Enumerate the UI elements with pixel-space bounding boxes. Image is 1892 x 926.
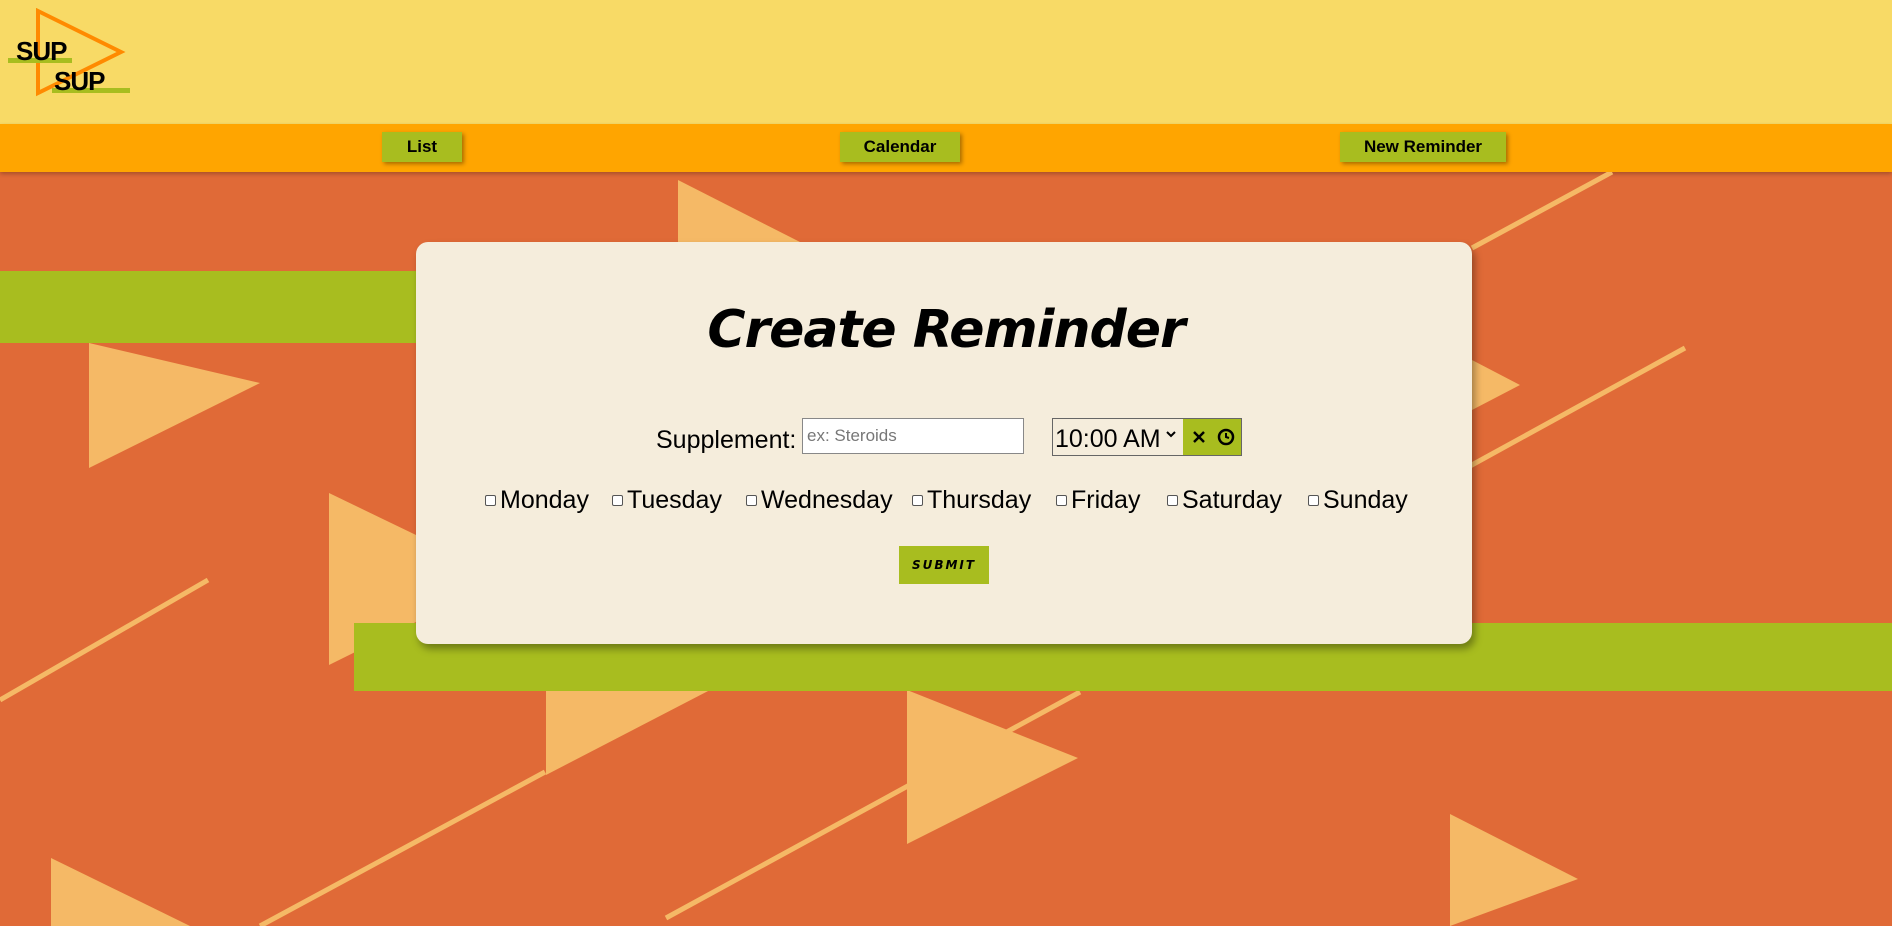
supplement-label: Supplement: — [656, 426, 797, 454]
supplement-row: Supplement: 10:00 AM — [0, 418, 1892, 458]
logo-text-top: SUP — [16, 36, 67, 66]
supplement-input[interactable] — [802, 418, 1024, 454]
logo-text-bottom: SUP — [54, 66, 105, 96]
time-picker[interactable]: 10:00 AM — [1052, 418, 1242, 456]
day-label: Saturday — [1182, 486, 1283, 514]
nav-bar: List Calendar New Reminder — [0, 124, 1892, 172]
checkbox[interactable] — [485, 495, 496, 506]
header: SUP SUP — [0, 0, 1892, 124]
time-value[interactable]: 10:00 AM — [1055, 425, 1161, 454]
checkbox[interactable] — [612, 495, 623, 506]
day-tuesday[interactable]: Tuesday — [612, 486, 722, 515]
close-icon[interactable] — [1189, 425, 1211, 449]
day-saturday[interactable]: Saturday — [1167, 486, 1282, 515]
nav-list-button[interactable]: List — [382, 132, 462, 162]
day-label: Friday — [1071, 486, 1141, 514]
day-label: Sunday — [1323, 486, 1408, 514]
day-monday[interactable]: Monday — [485, 486, 589, 515]
page-title: Create Reminder — [707, 300, 1185, 360]
nav-calendar-button[interactable]: Calendar — [840, 132, 960, 162]
checkbox[interactable] — [912, 495, 923, 506]
logo[interactable]: SUP SUP — [8, 7, 132, 100]
nav-new-reminder-button[interactable]: New Reminder — [1340, 132, 1506, 162]
day-label: Wednesday — [761, 486, 893, 514]
day-thursday[interactable]: Thursday — [912, 486, 1031, 515]
day-friday[interactable]: Friday — [1056, 486, 1140, 515]
day-label: Tuesday — [627, 486, 722, 514]
time-picker-buttons — [1183, 419, 1241, 455]
chevron-down-icon[interactable] — [1165, 427, 1177, 443]
checkbox[interactable] — [1167, 495, 1178, 506]
clock-icon[interactable] — [1215, 426, 1237, 448]
day-wednesday[interactable]: Wednesday — [746, 486, 893, 515]
checkbox[interactable] — [1056, 495, 1067, 506]
submit-button[interactable]: SUBMIT — [899, 546, 989, 584]
checkbox[interactable] — [746, 495, 757, 506]
day-sunday[interactable]: Sunday — [1308, 486, 1408, 515]
day-label: Thursday — [927, 486, 1032, 514]
days-row: Monday Tuesday Wednesday Thursday Friday… — [0, 486, 1892, 516]
checkbox[interactable] — [1308, 495, 1319, 506]
day-label: Monday — [500, 486, 589, 514]
